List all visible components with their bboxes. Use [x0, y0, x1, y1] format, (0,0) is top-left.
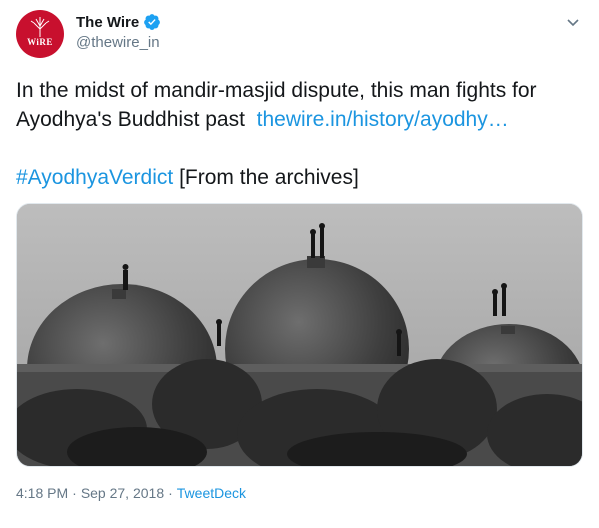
meta-separator: ·	[168, 485, 173, 501]
tweet-text-line-1: In the midst of mandir-masjid dispute, t…	[16, 79, 537, 102]
chevron-down-icon[interactable]	[565, 14, 581, 30]
tweet-date[interactable]: Sep 27, 2018	[81, 485, 164, 501]
tweet-text-line-2-body: Ayodhya's Buddhist past	[16, 108, 245, 131]
tweet-photo[interactable]	[16, 203, 583, 467]
tweet-time[interactable]: 4:18 PM	[16, 485, 68, 501]
tweet-text-line-2: Ayodhya's Buddhist past thewire.in/histo…	[16, 105, 586, 134]
author-name-row: The Wire	[76, 13, 161, 31]
tweet-text-line-3: #AyodhyaVerdict [From the archives]	[16, 163, 586, 192]
hashtag-tail-text: [From the archives]	[173, 166, 359, 189]
author-handle[interactable]: @thewire_in	[76, 34, 160, 51]
photo-icon	[17, 204, 582, 466]
tweet-source-link[interactable]: TweetDeck	[177, 485, 246, 501]
verified-badge-icon	[144, 14, 161, 30]
tweet-metadata: 4:18 PM · Sep 27, 2018 · TweetDeck	[16, 485, 246, 501]
tweet-card: WiRE The Wire @thewire_in In the midst o…	[0, 0, 599, 528]
tweet-text: In the midst of mandir-masjid dispute, t…	[16, 76, 586, 192]
article-link[interactable]: thewire.in/history/ayodhy…	[257, 108, 509, 131]
avatar[interactable]: WiRE	[16, 10, 64, 58]
author-display-name[interactable]: The Wire	[76, 14, 139, 31]
avatar-wordmark: WiRE	[27, 37, 53, 47]
hashtag-link[interactable]: #AyodhyaVerdict	[16, 166, 173, 189]
meta-separator: ·	[72, 485, 77, 501]
tree-logo-icon	[30, 17, 50, 37]
